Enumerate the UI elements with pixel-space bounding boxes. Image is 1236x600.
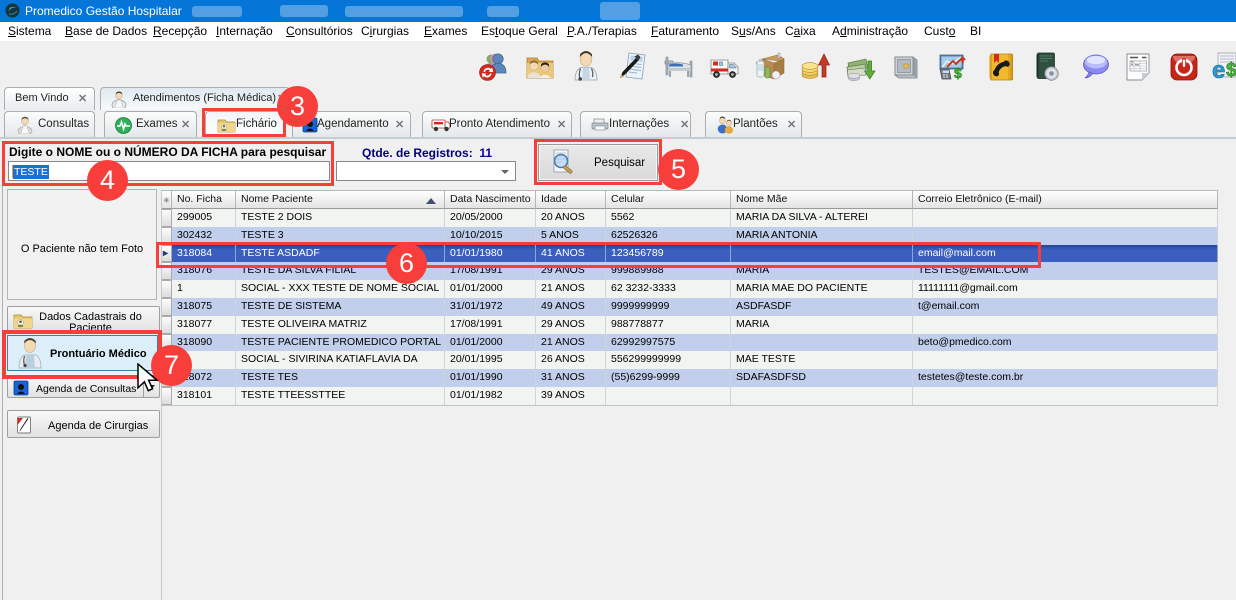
svg-text:e: e: [1212, 57, 1225, 84]
svg-text:$: $: [954, 65, 962, 81]
svg-text:$: $: [1226, 60, 1236, 81]
